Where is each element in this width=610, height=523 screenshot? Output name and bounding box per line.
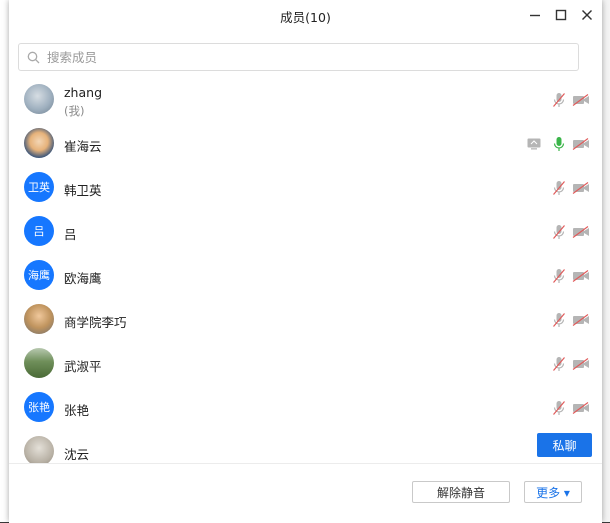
maximize-button[interactable] xyxy=(551,5,571,25)
camera-off-icon[interactable] xyxy=(572,355,590,373)
member-name: 欧海鹰 xyxy=(64,271,102,286)
microphone-icon[interactable] xyxy=(550,135,568,153)
avatar xyxy=(24,304,54,334)
microphone-muted-icon[interactable] xyxy=(550,223,568,241)
member-name: 商学院李巧 xyxy=(64,315,127,330)
dialog-footer: 解除静音 更多 ▾ xyxy=(9,463,602,523)
search-box[interactable] xyxy=(18,43,579,71)
member-row[interactable]: 吕吕 xyxy=(9,210,602,254)
member-row[interactable]: 卫英 韩卫英 xyxy=(9,166,602,210)
avatar xyxy=(24,84,54,114)
member-name: 崔海云 xyxy=(64,139,102,154)
camera-off-icon[interactable] xyxy=(572,179,590,197)
member-row[interactable]: 武淑平 xyxy=(9,342,602,386)
member-row[interactable]: 沈云 私聊 xyxy=(9,430,602,463)
member-row[interactable]: 商学院李巧 xyxy=(9,298,602,342)
avatar xyxy=(24,348,54,378)
avatar: 卫英 xyxy=(24,172,54,202)
screen-share-icon[interactable] xyxy=(525,135,543,153)
close-button[interactable] xyxy=(577,5,597,25)
camera-off-icon[interactable] xyxy=(572,91,590,109)
member-name: zhang xyxy=(64,85,103,100)
search-icon xyxy=(19,51,45,64)
avatar: 海鹰 xyxy=(24,260,54,290)
search-input[interactable] xyxy=(45,49,578,65)
avatar: 张艳 xyxy=(24,392,54,422)
member-row[interactable]: zhang (我) xyxy=(9,78,602,122)
background-app-right xyxy=(602,0,610,522)
member-self-tag: (我) xyxy=(64,104,85,118)
microphone-muted-icon[interactable] xyxy=(550,91,568,109)
member-row[interactable]: 崔海云 xyxy=(9,122,602,166)
background-app-left xyxy=(0,0,9,522)
camera-off-icon[interactable] xyxy=(572,267,590,285)
member-row[interactable]: 海鹰 欧海鹰 xyxy=(9,254,602,298)
member-name: 武淑平 xyxy=(64,359,102,374)
title-bar[interactable]: 成员(10) xyxy=(9,0,602,30)
microphone-muted-icon[interactable] xyxy=(550,399,568,417)
camera-off-icon[interactable] xyxy=(572,135,590,153)
member-name: 吕 xyxy=(64,227,77,242)
camera-off-icon[interactable] xyxy=(572,311,590,329)
private-chat-button[interactable]: 私聊 xyxy=(537,433,592,457)
close-icon xyxy=(582,10,592,20)
more-button[interactable]: 更多 ▾ xyxy=(524,481,582,503)
members-dialog: 成员(10) zhang(我)崔海云卫英韩卫英吕吕海鹰欧海鹰商学院李巧武淑平张艳… xyxy=(9,0,602,523)
camera-off-icon[interactable] xyxy=(572,399,590,417)
member-row[interactable]: 张艳 张艳 xyxy=(9,386,602,430)
avatar: 吕 xyxy=(24,216,54,246)
unmute-all-button[interactable]: 解除静音 xyxy=(412,481,510,503)
member-name: 张艳 xyxy=(64,403,90,418)
camera-off-icon[interactable] xyxy=(572,223,590,241)
member-list[interactable]: zhang (我) 崔海云 卫英 韩卫英吕吕海鹰 欧海鹰 商学院李巧 武淑平 张艳 张艳 沈云 私聊 xyxy=(9,78,602,463)
microphone-muted-icon[interactable] xyxy=(550,179,568,197)
member-name: 韩卫英 xyxy=(64,183,102,198)
minimize-button[interactable] xyxy=(525,5,545,25)
maximize-icon xyxy=(555,9,567,21)
microphone-muted-icon[interactable] xyxy=(550,267,568,285)
avatar xyxy=(24,436,54,463)
avatar xyxy=(24,128,54,158)
microphone-muted-icon[interactable] xyxy=(550,311,568,329)
minimize-icon xyxy=(530,14,540,17)
member-name: 沈云 xyxy=(64,447,90,462)
window-title: 成员(10) xyxy=(280,10,331,25)
microphone-muted-icon[interactable] xyxy=(550,355,568,373)
